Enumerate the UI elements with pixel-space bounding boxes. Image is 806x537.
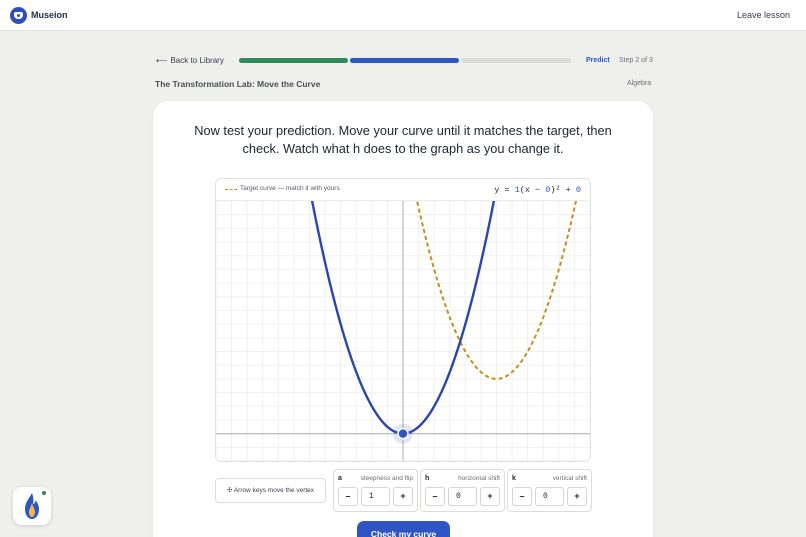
check-my-curve-button[interactable]: Check my curve (357, 521, 450, 537)
equation-prefix: y = (494, 185, 515, 195)
param-h-input[interactable]: 0 (448, 487, 477, 506)
increase-a-button[interactable]: + (393, 487, 413, 506)
param-h-description: horizontal shift (458, 475, 500, 482)
param-k-control: k vertical shift – 0 + (507, 469, 592, 512)
step-progress-bar (239, 58, 571, 63)
param-a-control: a steepness and flip – 1 + (333, 469, 418, 512)
increase-k-button[interactable]: + (567, 487, 587, 506)
param-k-input[interactable]: 0 (535, 487, 564, 506)
progress-segment-1 (239, 58, 348, 63)
leave-lesson-button[interactable]: Leave lesson (737, 10, 790, 20)
param-k-description: vertical shift (552, 475, 587, 482)
step-counter: Step 2 of 3 (619, 57, 653, 64)
arrow-left-icon: ⟵ (156, 56, 168, 65)
coordinate-plane[interactable] (216, 201, 590, 461)
phase-label: Predict (586, 57, 610, 64)
graph-header: Target curve — match it with yours y = 1… (216, 179, 590, 201)
target-legend-swatch (225, 189, 237, 190)
app-name: Museion (31, 10, 68, 20)
param-a-name: a (338, 475, 342, 482)
museion-logo-icon (10, 7, 27, 24)
back-to-library-link[interactable]: ⟵ Back to Library (156, 56, 224, 65)
param-a-description: steepness and flip (360, 475, 413, 482)
lesson-title: The Transformation Lab: Move the Curve (155, 79, 321, 89)
top-bar: Museion Leave lesson (0, 0, 806, 31)
decrease-k-button[interactable]: – (512, 487, 532, 506)
axes (216, 201, 590, 461)
decrease-h-button[interactable]: – (425, 487, 445, 506)
param-k-name: k (512, 475, 516, 482)
equation-mid2: )² + (550, 185, 576, 195)
increase-h-button[interactable]: + (480, 487, 500, 506)
decrease-a-button[interactable]: – (338, 487, 358, 506)
equation-readout: y = 1(x − 0)² + 0 (494, 185, 581, 195)
equation-mid1: (x − (519, 185, 546, 195)
parameter-controls: ✣ Arrow keys move the vertex a steepness… (215, 469, 592, 513)
graph-panel: Target curve — match it with yours y = 1… (215, 178, 591, 462)
arrow-keys-hint: ✣ Arrow keys move the vertex (215, 478, 326, 503)
instruction-text: Now test your prediction. Move your curv… (194, 123, 612, 156)
back-label: Back to Library (170, 56, 224, 65)
target-legend-label: Target curve — match it with yours (240, 185, 340, 192)
subject-label: Algebra (627, 80, 652, 87)
equation-k-value: 0 (575, 185, 581, 195)
progress-segment-3 (461, 58, 571, 63)
progress-segment-2 (350, 58, 459, 63)
param-h-name: h (425, 475, 430, 482)
param-h-control: h horizontal shift – 0 + (420, 469, 505, 512)
param-a-input[interactable]: 1 (361, 487, 390, 506)
online-status-dot (41, 490, 47, 496)
vertex-handle (397, 427, 409, 440)
